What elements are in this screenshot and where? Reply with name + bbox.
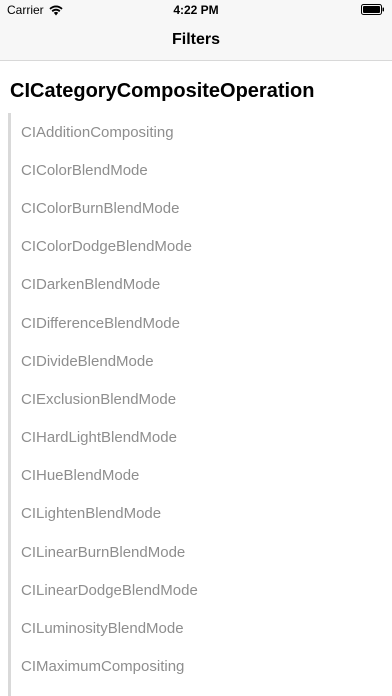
filter-list-item[interactable]: CILinearBurnBlendMode bbox=[11, 533, 392, 571]
status-time: 4:22 PM bbox=[173, 3, 219, 17]
filter-list-item[interactable]: CILinearDodgeBlendMode bbox=[11, 571, 392, 609]
battery-icon bbox=[361, 4, 384, 15]
filter-list-item[interactable]: CIDifferenceBlendMode bbox=[11, 304, 392, 342]
filter-list-item[interactable]: CILightenBlendMode bbox=[11, 495, 392, 533]
filter-list-item[interactable]: CILuminosityBlendMode bbox=[11, 609, 392, 647]
filter-list-item[interactable]: CIDarkenBlendMode bbox=[11, 266, 392, 304]
filter-list-item[interactable]: CIHueBlendMode bbox=[11, 457, 392, 495]
status-bar: Carrier 4:22 PM bbox=[0, 0, 392, 20]
section-header: CICategoryCompositeOperation bbox=[10, 80, 315, 102]
filter-list-item[interactable]: CIExclusionBlendMode bbox=[11, 380, 392, 418]
filter-list-item[interactable]: CIHardLightBlendMode bbox=[11, 419, 392, 457]
nav-title: Filters bbox=[171, 31, 220, 48]
filter-list-item[interactable]: CIAdditionCompositing bbox=[11, 113, 392, 151]
filter-list[interactable]: CIAdditionCompositing CIColorBlendMode CIC… bbox=[8, 113, 392, 696]
navigation-bar: Filters bbox=[0, 20, 392, 61]
filter-list-item[interactable]: CIMaximumCompositing bbox=[11, 648, 392, 686]
filter-list-item[interactable]: CIColorDodgeBlendMode bbox=[11, 228, 392, 266]
filter-list-item[interactable]: CIDivideBlendMode bbox=[11, 342, 392, 380]
filter-list-item[interactable]: CIColorBlendMode bbox=[11, 151, 392, 189]
filter-list-item[interactable]: CIColorBurnBlendMode bbox=[11, 189, 392, 227]
